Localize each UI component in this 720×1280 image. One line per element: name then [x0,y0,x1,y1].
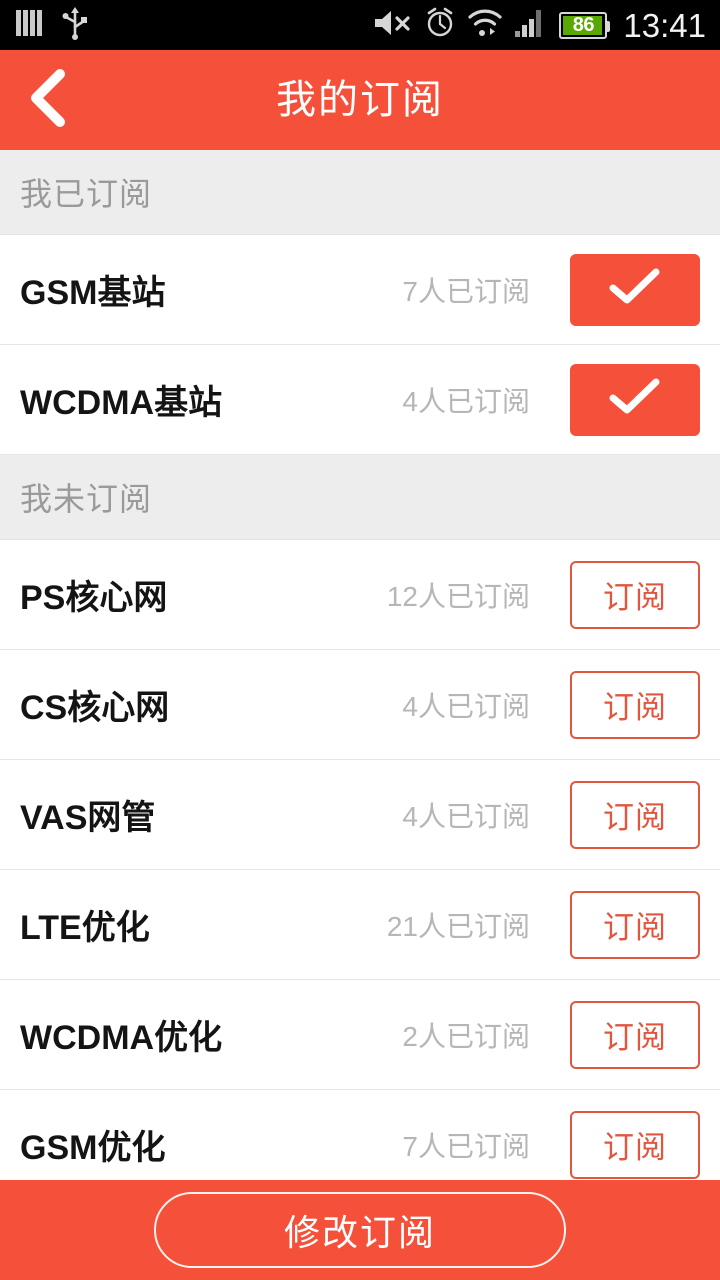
subscribe-button[interactable]: 订阅 [570,670,700,739]
clock-time: 13:41 [623,6,706,44]
row-subscriber-count: 21人已订阅 [386,910,530,942]
subscribe-button[interactable]: 订阅 [570,890,700,959]
modify-subscription-label: 修改订阅 [283,1212,436,1253]
row-subscriber-count: 4人已订阅 [402,690,530,722]
check-icon [607,266,663,313]
table-row[interactable]: WCDMA优化 2人已订阅 订阅 [0,980,720,1090]
subscribe-button[interactable]: 订阅 [570,780,700,849]
status-bar-left [16,6,90,45]
row-subscriber-count: 2人已订阅 [402,1020,530,1052]
section-label: 我已订阅 [20,176,153,212]
subscribe-button-label: 订阅 [603,1020,667,1055]
row-title: PS核心网 [20,579,168,617]
subscribe-button[interactable]: 订阅 [570,1000,700,1069]
subscription-list[interactable]: 我已订阅 GSM基站 7人已订阅 WCDMA基站 4人已订阅 我未订阅 PS核心… [0,150,720,1280]
subscribe-button[interactable]: 订阅 [570,1110,700,1179]
row-title: WCDMA基站 [20,384,223,422]
status-bar: 86 13:41 [0,0,720,50]
usb-icon [60,6,90,45]
subscribe-button-label: 订阅 [603,580,667,615]
section-header-subscribed: 我已订阅 [0,150,720,235]
row-title: LTE优化 [20,909,150,947]
section-label: 我未订阅 [20,481,153,517]
cell-signal-icon [514,8,548,43]
phone-screen: 86 13:41 我的订阅 我已订阅 GSM基站 7人已订阅 WCDMA基站 4… [0,0,720,1280]
back-chevron-icon [28,68,72,133]
section-header-unsubscribed: 我未订阅 [0,455,720,540]
table-row[interactable]: VAS网管 4人已订阅 订阅 [0,760,720,870]
row-title: WCDMA优化 [20,1019,223,1057]
row-title: VAS网管 [20,799,156,837]
unsubscribe-toggle-button[interactable] [570,253,700,326]
app-header: 我的订阅 [0,50,720,150]
page-title: 我的订阅 [276,78,444,122]
subscribe-button-label: 订阅 [603,690,667,725]
table-row[interactable]: CS核心网 4人已订阅 订阅 [0,650,720,760]
row-title: GSM优化 [20,1129,166,1167]
table-row[interactable]: PS核心网 12人已订阅 订阅 [0,540,720,650]
row-title: CS核心网 [20,689,170,727]
row-subscriber-count: 7人已订阅 [402,1130,530,1162]
subscribe-button-label: 订阅 [603,800,667,835]
check-icon [607,376,663,423]
subscribe-button-label: 订阅 [603,910,667,945]
modify-subscription-button[interactable]: 修改订阅 [154,1192,566,1268]
alarm-clock-icon [424,7,456,44]
battery-level: 86 [572,14,595,36]
status-bar-right: 86 13:41 [373,7,706,44]
row-subscriber-count: 7人已订阅 [402,275,530,307]
table-row[interactable]: GSM基站 7人已订阅 [0,235,720,345]
bottom-action-bar: 修改订阅 [0,1180,720,1280]
signal-bars-icon [16,8,42,43]
table-row[interactable]: LTE优化 21人已订阅 订阅 [0,870,720,980]
wifi-icon [467,8,503,43]
unsubscribe-toggle-button[interactable] [570,363,700,436]
mute-icon [373,8,413,43]
subscribe-button-label: 订阅 [603,1130,667,1165]
subscribe-button[interactable]: 订阅 [570,560,700,629]
row-title: GSM基站 [20,274,166,312]
row-subscriber-count: 4人已订阅 [402,800,530,832]
table-row[interactable]: WCDMA基站 4人已订阅 [0,345,720,455]
row-subscriber-count: 12人已订阅 [386,580,530,612]
back-button[interactable] [0,50,100,150]
row-subscriber-count: 4人已订阅 [402,385,530,417]
battery-icon: 86 [559,11,611,39]
